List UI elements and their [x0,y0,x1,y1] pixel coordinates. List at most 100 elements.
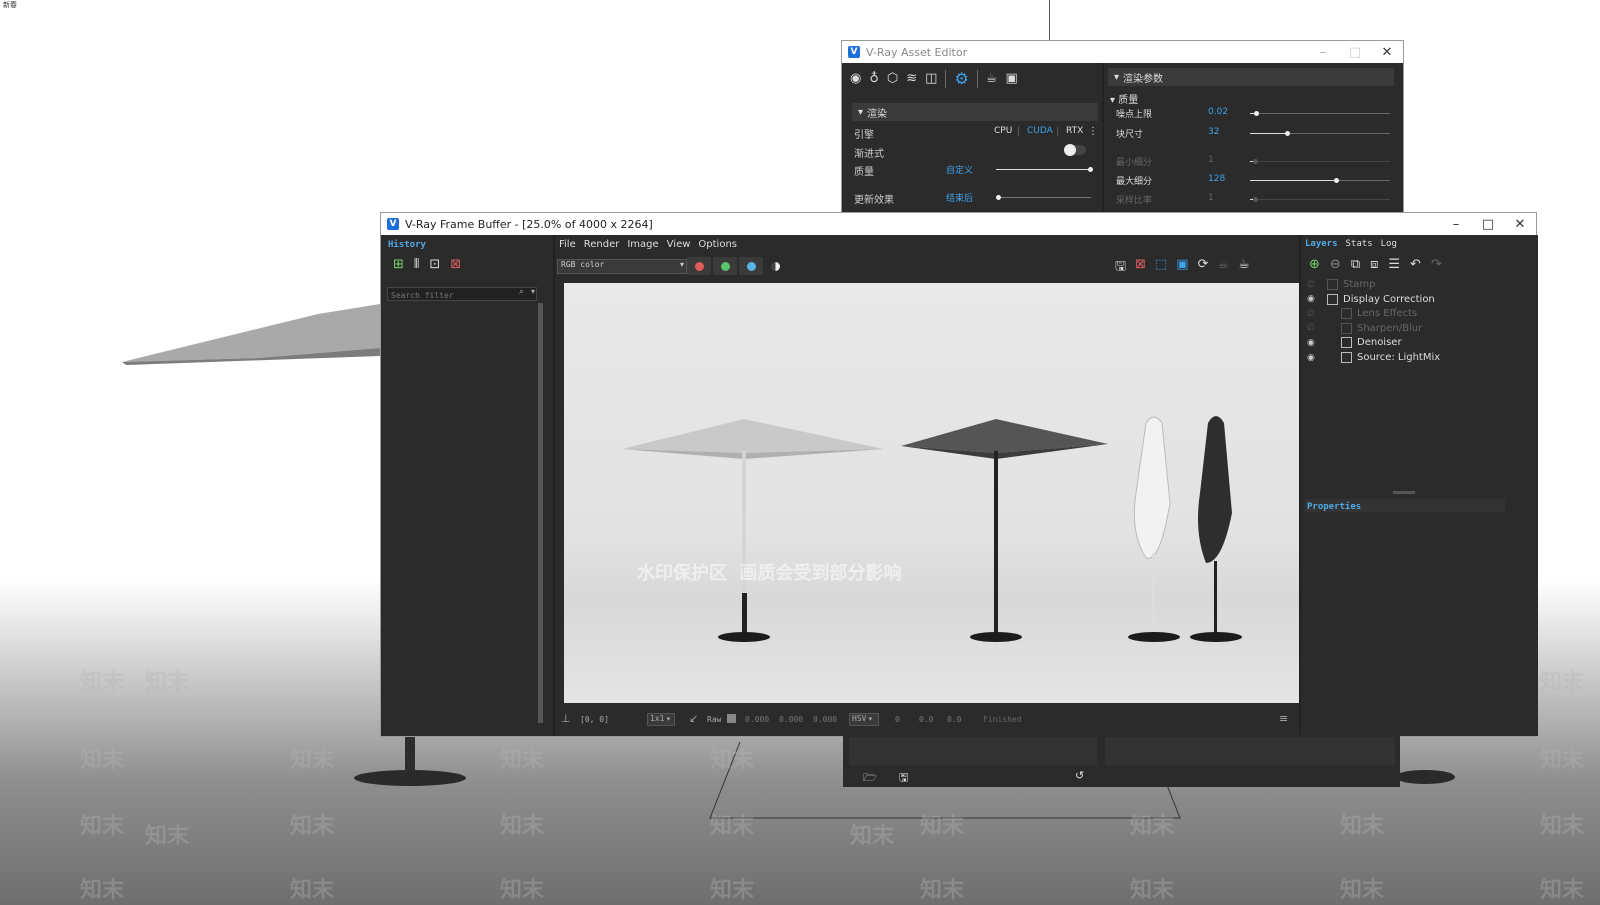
create-layer-icon[interactable]: ⊕ [1309,257,1320,272]
tab-stats[interactable]: Stats [1346,239,1373,249]
color-picker-icon[interactable]: ↙ [689,712,698,725]
render-section-header[interactable]: ▾ 渲染 [852,103,1098,121]
settings-toggle-icon[interactable]: ≡ [1279,712,1288,725]
delete-layer-icon[interactable]: ⊖ [1330,257,1341,272]
save-file-icon[interactable]: 🖫 [899,769,908,788]
clear-image-icon[interactable]: ⊠ [1135,257,1146,279]
save-to-history-icon[interactable]: ⊞ [393,257,404,272]
redo-icon[interactable]: ↷ [1431,257,1442,272]
param-value[interactable]: 1 [1208,155,1214,165]
history-scrollbar[interactable] [538,303,543,723]
engine-rtx[interactable]: RTX [1066,126,1083,136]
open-file-icon[interactable]: 🗁 [863,769,877,788]
textures-icon[interactable]: ◫ [925,71,937,86]
param-slider-knob[interactable] [1252,159,1258,164]
more-options-icon[interactable]: ⋮ [1088,126,1098,137]
eye-icon[interactable]: ∅ [1307,280,1321,290]
eye-icon[interactable]: ◉ [1307,338,1321,348]
green-channel-button[interactable] [713,257,737,275]
param-slider-knob[interactable] [1252,197,1258,202]
settings-gear-icon[interactable]: ⚙ [954,69,968,88]
chevron-down-icon[interactable]: ▾ [531,287,535,296]
layers-icon[interactable]: ≋ [906,71,917,86]
layer-item[interactable]: ◉ Display Correction [1303,292,1503,307]
color-mode-select[interactable]: HSV ▾ [849,713,879,726]
frame-buffer-icon[interactable]: ▣ [1005,71,1017,86]
param-slider-knob[interactable] [1334,178,1339,183]
render-params-header[interactable]: ▾ 渲染参数 [1108,68,1394,86]
progressive-toggle[interactable] [1064,144,1086,156]
remove-history-icon[interactable]: ⊠ [450,257,461,272]
stop-render-icon[interactable]: ☕ [1217,257,1229,279]
param-slider[interactable] [1250,111,1390,116]
quality-slider[interactable] [996,167,1093,172]
quality-slider-knob[interactable] [1088,167,1093,172]
load-history-icon[interactable]: ⊡ [429,257,440,272]
minimize-icon[interactable]: – [1307,45,1339,60]
param-slider[interactable] [1250,197,1390,202]
engine-cuda[interactable]: CUDA [1027,126,1053,136]
panel-splitter[interactable] [1393,491,1415,494]
vfb-titlebar[interactable]: V V-Ray Frame Buffer - [25.0% of 4000 x … [381,213,1536,235]
eye-icon[interactable]: ∅ [1307,323,1321,333]
maximize-icon[interactable]: □ [1339,45,1371,60]
asset-editor-titlebar[interactable]: V V-Ray Asset Editor – □ ✕ [842,41,1403,63]
eye-icon[interactable]: ◉ [1307,353,1321,363]
close-icon[interactable]: ✕ [1504,217,1536,232]
channel-select[interactable]: RGB color ▾ [557,259,687,274]
search-input[interactable] [388,290,514,301]
track-mouse-icon[interactable]: ▣ [1176,257,1188,279]
materials-icon[interactable]: ◉ [850,71,861,86]
zoom-select[interactable]: 1x1 ▾ [647,713,675,726]
load-layers-icon[interactable]: ⧈ [1370,257,1378,272]
param-value[interactable]: 128 [1208,174,1225,184]
param-slider-knob[interactable] [1285,131,1290,136]
engine-cpu[interactable]: CPU [994,126,1012,136]
layer-presets-icon[interactable]: ☰ [1388,257,1400,272]
update-slider-knob[interactable] [996,195,1001,200]
save-image-icon[interactable]: 🖫 [1115,257,1126,279]
render-teapot-icon[interactable]: ☕ [1238,257,1250,279]
alpha-channel-button[interactable] [763,257,787,275]
param-value[interactable]: 32 [1208,127,1219,137]
update-slider[interactable] [996,195,1091,200]
param-slider[interactable] [1250,131,1390,136]
param-value[interactable]: 1 [1208,193,1214,203]
reset-icon[interactable]: ↺ [1075,769,1084,782]
param-slider[interactable] [1250,159,1390,164]
menu-file[interactable]: File [559,239,576,250]
tab-log[interactable]: Log [1381,239,1397,249]
undo-icon[interactable]: ↶ [1410,257,1421,272]
param-slider-knob[interactable] [1254,111,1260,116]
tab-layers[interactable]: Layers [1305,239,1338,249]
ab-compare-icon[interactable]: ⫴ [414,257,419,272]
param-value[interactable]: 0.02 [1208,107,1228,117]
geometry-icon[interactable]: ⬡ [887,71,898,86]
param-slider[interactable] [1250,178,1390,183]
close-icon[interactable]: ✕ [1371,45,1403,60]
layer-item[interactable]: ◉ Denoiser [1303,335,1503,350]
region-render-icon[interactable]: ⬚ [1155,257,1167,279]
red-channel-button[interactable] [687,257,711,275]
layer-item[interactable]: ∅ Lens Effects [1303,306,1503,321]
menu-render[interactable]: Render [584,239,620,250]
tab-properties[interactable]: Properties [1307,502,1361,512]
render-viewport[interactable] [564,283,1305,703]
history-tab[interactable]: History [388,240,426,250]
layer-item[interactable]: ∅ Sharpen/Blur [1303,321,1503,336]
blue-channel-button[interactable] [739,257,763,275]
update-value[interactable]: 结束后 [946,191,973,204]
layer-item[interactable]: ◉ Source: LightMix [1303,350,1503,365]
save-layers-icon[interactable]: ⧉ [1351,257,1360,272]
menu-image[interactable]: Image [627,239,658,250]
quality-subsection-header[interactable]: ▾ 质量 [1110,91,1138,106]
pin-coords-icon[interactable]: ⊥ [561,712,571,725]
maximize-icon[interactable]: □ [1472,217,1504,232]
menu-options[interactable]: Options [698,239,737,250]
render-teapot-icon[interactable]: ☕ [986,71,998,86]
eye-icon[interactable]: ◉ [1307,294,1321,304]
menu-view[interactable]: View [667,239,691,250]
minimize-icon[interactable]: – [1440,217,1472,232]
eye-icon[interactable]: ∅ [1307,309,1321,319]
interactive-render-icon[interactable]: ⟳ [1198,257,1209,279]
